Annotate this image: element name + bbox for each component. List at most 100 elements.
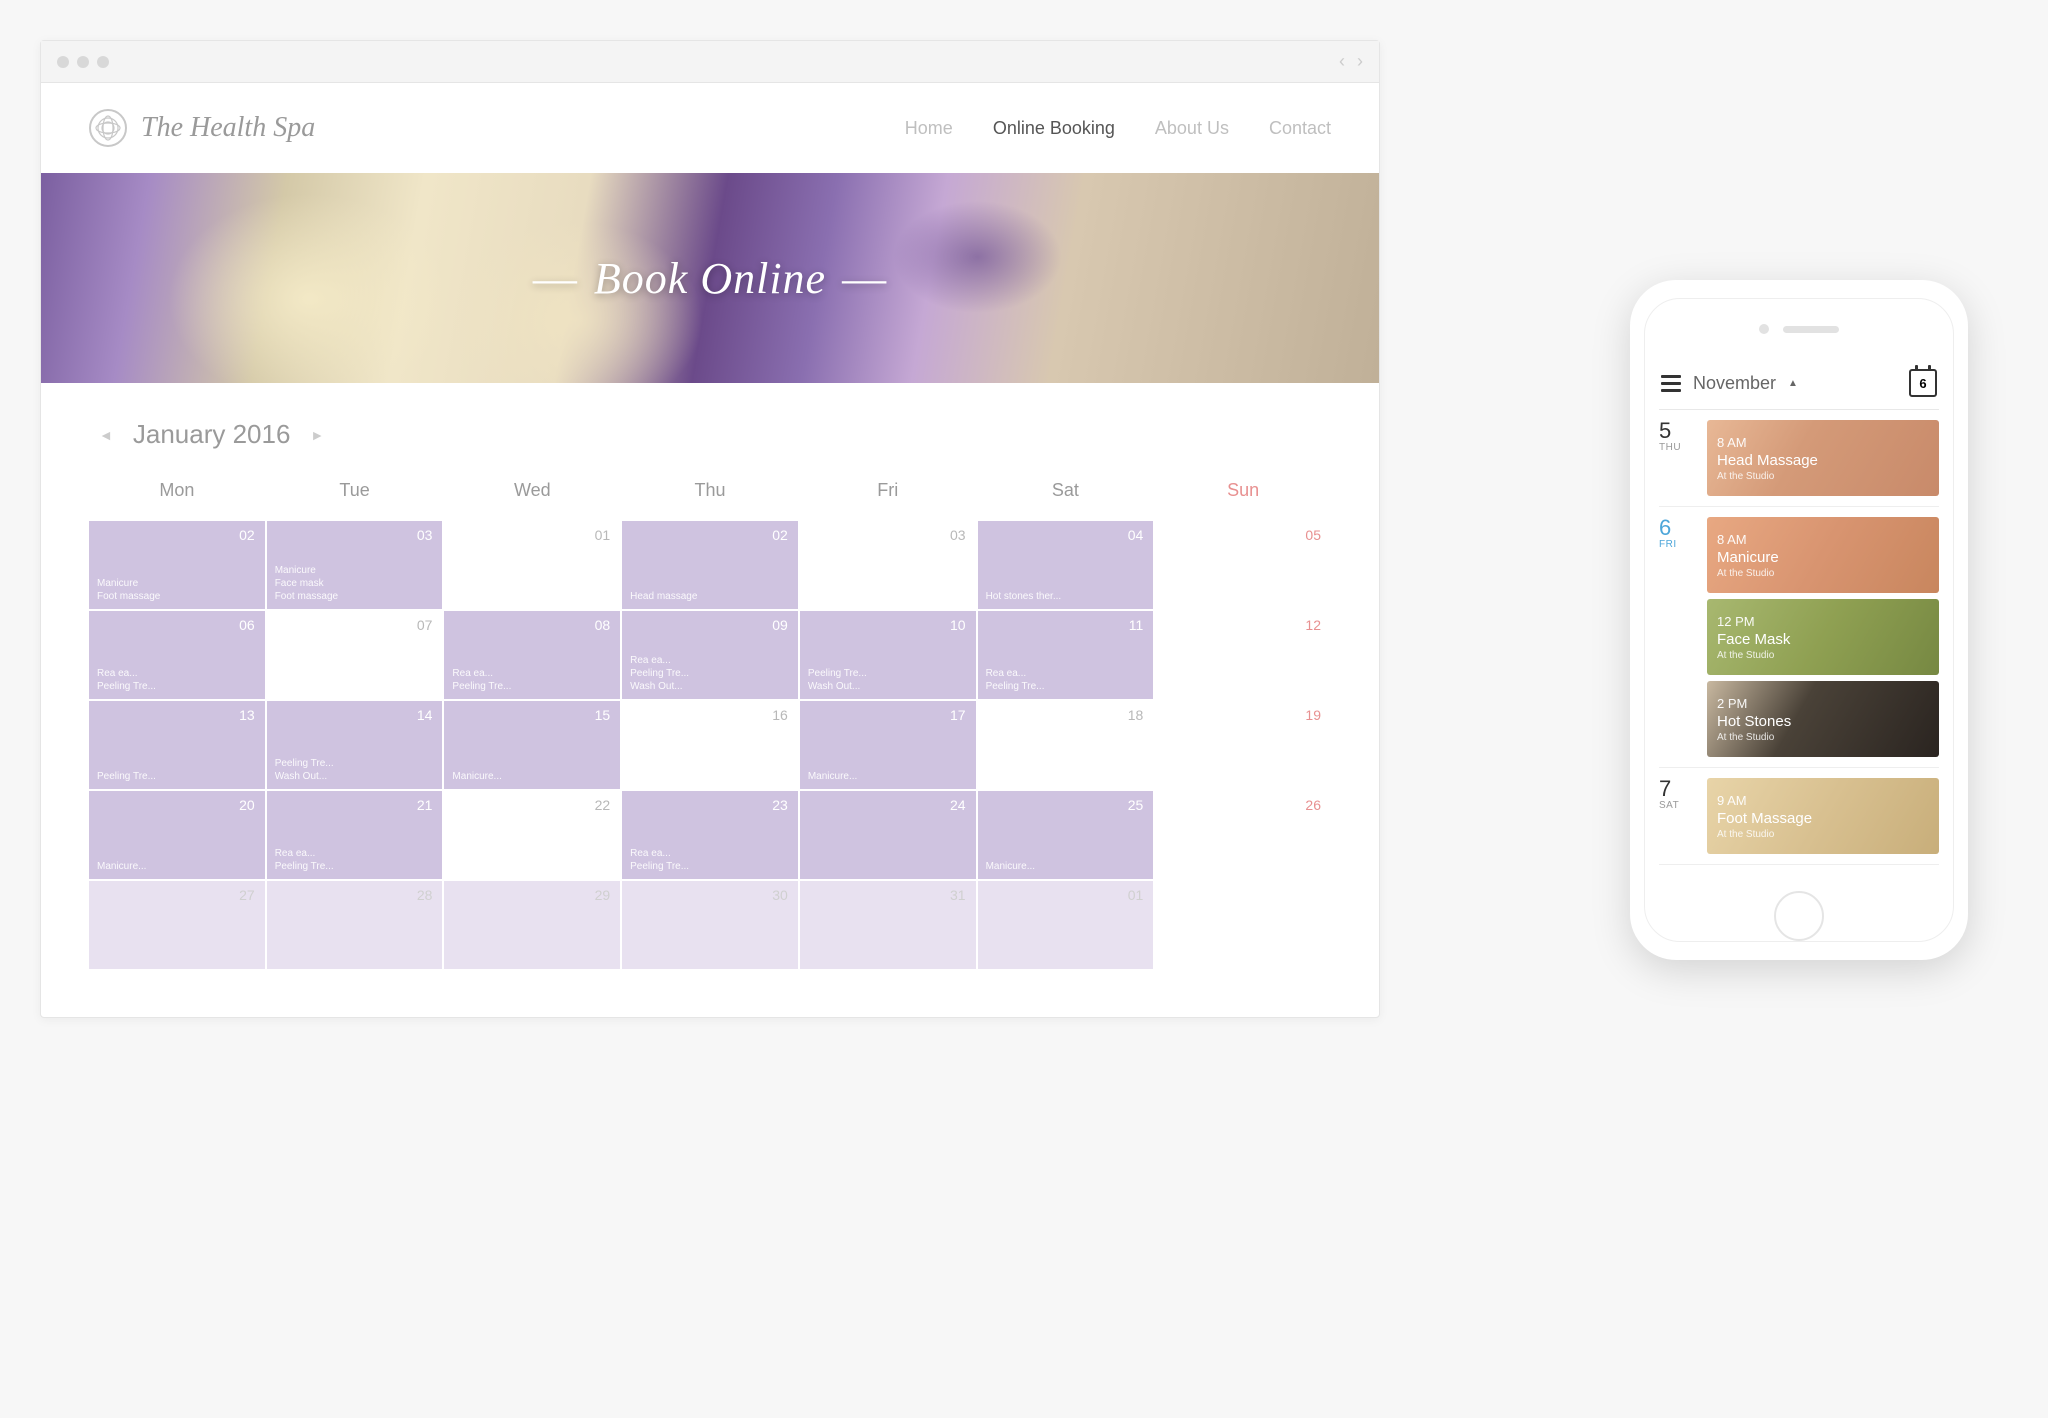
calendar-cell[interactable]: 13 Peeling Tre... bbox=[89, 701, 265, 789]
calendar-cell[interactable]: 05 bbox=[1155, 521, 1331, 609]
calendar-cell[interactable]: 02 Head massage bbox=[622, 521, 798, 609]
calendar-cell[interactable]: 29 bbox=[444, 881, 620, 969]
nav-contact[interactable]: Contact bbox=[1269, 118, 1331, 139]
phone-speaker-icon bbox=[1783, 326, 1839, 333]
browser-back-icon[interactable]: ‹ bbox=[1339, 51, 1345, 72]
day-label[interactable]: 6FRI bbox=[1659, 517, 1697, 757]
cell-date: 07 bbox=[417, 617, 433, 633]
calendar-cell[interactable]: 27 bbox=[89, 881, 265, 969]
appointment-card[interactable]: 8 AMManicureAt the Studio bbox=[1707, 517, 1939, 593]
chevron-up-icon[interactable]: ▲ bbox=[1788, 378, 1798, 389]
cell-date: 01 bbox=[595, 527, 611, 543]
calendar-cell[interactable]: 12 bbox=[1155, 611, 1331, 699]
cell-date: 17 bbox=[950, 707, 966, 723]
cell-events: Head massage bbox=[630, 590, 790, 603]
window-minimize-icon[interactable] bbox=[77, 56, 89, 68]
menu-icon[interactable] bbox=[1661, 375, 1681, 392]
day-of-week: FRI bbox=[1659, 539, 1697, 550]
calendar-cell[interactable]: 07 bbox=[267, 611, 443, 699]
phone-home-button[interactable] bbox=[1774, 891, 1824, 941]
cell-date: 12 bbox=[1305, 617, 1321, 633]
cell-events: Rea ea...Peeling Tre... bbox=[630, 847, 790, 873]
calendar-cell[interactable]: 25Manicure... bbox=[978, 791, 1154, 879]
browser-window: ‹ › The Health Spa Home Online Booking A… bbox=[40, 40, 1380, 1018]
weekday-label: Wed bbox=[444, 470, 620, 519]
day-number: 5 bbox=[1659, 420, 1697, 442]
calendar-cell[interactable]: 09Rea ea...Peeling Tre...Wash Out... bbox=[622, 611, 798, 699]
next-month-icon[interactable]: ► bbox=[310, 427, 324, 443]
cell-date: 20 bbox=[239, 797, 255, 813]
calendar-cell[interactable]: 01 bbox=[978, 881, 1154, 969]
calendar-today-number: 6 bbox=[1919, 376, 1926, 391]
calendar-cell[interactable]: 26 bbox=[1155, 791, 1331, 879]
window-maximize-icon[interactable] bbox=[97, 56, 109, 68]
calendar-cell[interactable]: 24 bbox=[800, 791, 976, 879]
calendar-cell[interactable]: 28 bbox=[267, 881, 443, 969]
calendar-cell[interactable]: 23Rea ea...Peeling Tre... bbox=[622, 791, 798, 879]
cell-date: 30 bbox=[772, 887, 788, 903]
day-label[interactable]: 5THU bbox=[1659, 420, 1697, 496]
brand[interactable]: The Health Spa bbox=[89, 109, 315, 147]
calendar-today-icon[interactable]: 6 bbox=[1909, 369, 1937, 397]
phone-day-list[interactable]: 5THU 8 AMHead MassageAt the Studio 6FRI 8 A… bbox=[1659, 410, 1939, 865]
calendar-cell[interactable]: 08Rea ea...Peeling Tre... bbox=[444, 611, 620, 699]
calendar-cell[interactable]: 20Manicure... bbox=[89, 791, 265, 879]
cell-date: 25 bbox=[1128, 797, 1144, 813]
day-label[interactable]: 7SAT bbox=[1659, 778, 1697, 854]
calendar-cell[interactable]: 14Peeling Tre...Wash Out... bbox=[267, 701, 443, 789]
browser-forward-icon[interactable]: › bbox=[1357, 51, 1363, 72]
calendar-cell[interactable]: 19 bbox=[1155, 701, 1331, 789]
appointment-card[interactable]: 12 PMFace MaskAt the Studio bbox=[1707, 599, 1939, 675]
appointment-card[interactable]: 9 AMFoot MassageAt the Studio bbox=[1707, 778, 1939, 854]
cell-date: 10 bbox=[950, 617, 966, 633]
calendar-cell[interactable]: 16 bbox=[622, 701, 798, 789]
card-time: 8 AM bbox=[1717, 532, 1929, 547]
cell-date: 18 bbox=[1128, 707, 1144, 723]
day-number: 7 bbox=[1659, 778, 1697, 800]
window-close-icon[interactable] bbox=[57, 56, 69, 68]
calendar-grid: 02ManicureFoot massage03ManicureFace mas… bbox=[89, 521, 1331, 969]
nav-about-us[interactable]: About Us bbox=[1155, 118, 1229, 139]
prev-month-icon[interactable]: ◄ bbox=[99, 427, 113, 443]
card-title: Face Mask bbox=[1717, 631, 1929, 648]
cell-date: 15 bbox=[595, 707, 611, 723]
month-label: January 2016 bbox=[133, 419, 291, 450]
nav-home[interactable]: Home bbox=[905, 118, 953, 139]
calendar-cell[interactable]: 01 bbox=[444, 521, 620, 609]
cell-events: ManicureFoot massage bbox=[97, 577, 257, 603]
cell-date: 02 bbox=[772, 527, 788, 543]
calendar-cell[interactable]: 03ManicureFace maskFoot massage bbox=[267, 521, 443, 609]
calendar-cell[interactable]: 02ManicureFoot massage bbox=[89, 521, 265, 609]
cell-date: 01 bbox=[1128, 887, 1144, 903]
calendar-cell[interactable]: 10Peeling Tre...Wash Out... bbox=[800, 611, 976, 699]
nav-online-booking[interactable]: Online Booking bbox=[993, 118, 1115, 139]
calendar-cell[interactable]: 11Rea ea...Peeling Tre... bbox=[978, 611, 1154, 699]
calendar-cell bbox=[1155, 881, 1331, 969]
calendar-cell[interactable]: 17Manicure... bbox=[800, 701, 976, 789]
phone-month-label[interactable]: November bbox=[1693, 373, 1776, 394]
calendar-cell[interactable]: 15Manicure... bbox=[444, 701, 620, 789]
appointment-card[interactable]: 2 PMHot StonesAt the Studio bbox=[1707, 681, 1939, 757]
calendar-cell[interactable]: 30 bbox=[622, 881, 798, 969]
calendar-cell[interactable]: 06Rea ea...Peeling Tre... bbox=[89, 611, 265, 699]
weekday-label: Sat bbox=[978, 470, 1154, 519]
phone-camera-icon bbox=[1759, 324, 1769, 334]
cell-date: 28 bbox=[417, 887, 433, 903]
calendar-section: ◄ January 2016 ► MonTueWedThuFriSatSun 0… bbox=[41, 383, 1379, 1017]
day-group: 6FRI 8 AMManicureAt the Studio12 PMFace M… bbox=[1659, 507, 1939, 768]
cell-events: Peeling Tre... bbox=[97, 770, 257, 783]
card-time: 8 AM bbox=[1717, 435, 1929, 450]
calendar-cell[interactable]: 03 bbox=[800, 521, 976, 609]
cell-date: 13 bbox=[239, 707, 255, 723]
cell-date: 21 bbox=[417, 797, 433, 813]
cell-date: 27 bbox=[239, 887, 255, 903]
calendar-cell[interactable]: 04Hot stones ther... bbox=[978, 521, 1154, 609]
calendar-cell[interactable]: 22 bbox=[444, 791, 620, 879]
day-of-week: SAT bbox=[1659, 800, 1697, 811]
calendar-cell[interactable]: 21Rea ea...Peeling Tre... bbox=[267, 791, 443, 879]
weekday-row: MonTueWedThuFriSatSun bbox=[89, 470, 1331, 519]
calendar-cell[interactable]: 31 bbox=[800, 881, 976, 969]
cell-date: 31 bbox=[950, 887, 966, 903]
calendar-cell[interactable]: 18 bbox=[978, 701, 1154, 789]
appointment-card[interactable]: 8 AMHead MassageAt the Studio bbox=[1707, 420, 1939, 496]
